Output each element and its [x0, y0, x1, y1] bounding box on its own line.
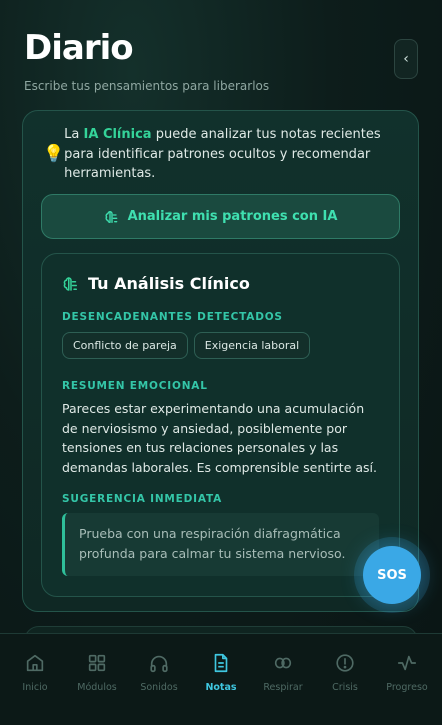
grid-icon — [88, 654, 106, 672]
nav-item-crisis[interactable]: Crisis — [315, 634, 375, 725]
activity-icon — [397, 655, 417, 671]
ai-intro: 💡 La IA Clínica puede analizar tus notas… — [43, 125, 403, 184]
nav-label: Crisis — [332, 682, 358, 693]
header: Diario — [24, 28, 134, 68]
nav-label: Progreso — [386, 682, 428, 693]
analyze-button-label: Analizar mis patrones con IA — [127, 209, 338, 224]
home-icon — [26, 654, 44, 672]
nav-item-progreso[interactable]: Progreso — [377, 634, 437, 725]
page-title: Diario — [24, 28, 134, 68]
nav-item-notas[interactable]: Notas — [191, 634, 251, 725]
clinical-analysis-card: Tu Análisis Clínico DESENCADENANTES DETE… — [41, 253, 400, 597]
trigger-chip: Exigencia laboral — [193, 332, 311, 359]
trigger-chip: Conflicto de pareja — [62, 332, 188, 359]
note-icon — [214, 653, 228, 673]
ai-clinica-highlight: IA Clínica — [83, 127, 152, 142]
page-subtitle: Escribe tus pensamientos para liberarlos — [24, 79, 270, 93]
lungs-icon — [274, 657, 292, 669]
trigger-chips: Conflicto de pareja Exigencia laboral — [62, 332, 311, 359]
lightbulb-icon: 💡 — [43, 144, 65, 164]
nav-item-modulos[interactable]: Módulos — [67, 634, 127, 725]
nav-label: Módulos — [77, 682, 117, 693]
analysis-header: Tu Análisis Clínico — [62, 274, 250, 293]
bottom-navigation: Inicio Módulos Sonidos Notas Respirar Cr… — [0, 633, 442, 725]
analysis-title: Tu Análisis Clínico — [88, 274, 250, 293]
immediate-suggestion: Prueba con una respiración diafragmática… — [62, 513, 379, 576]
ai-intro-text: La IA Clínica puede analizar tus notas r… — [64, 127, 381, 181]
back-button[interactable]: ‹ — [394, 39, 418, 79]
triggers-label: DESENCADENANTES DETECTADOS — [62, 311, 283, 323]
chevron-left-icon: ‹ — [403, 51, 409, 67]
nav-item-inicio[interactable]: Inicio — [5, 634, 65, 725]
sos-label: SOS — [377, 567, 407, 583]
alert-icon — [336, 654, 354, 672]
nav-item-sonidos[interactable]: Sonidos — [129, 634, 189, 725]
brain-icon — [63, 276, 77, 291]
suggestion-label: SUGERENCIA INMEDIATA — [62, 493, 223, 505]
nav-label: Notas — [205, 682, 237, 693]
headphones-icon — [150, 655, 168, 673]
brain-icon — [105, 210, 117, 223]
summary-label: RESUMEN EMOCIONAL — [62, 380, 208, 392]
nav-label: Inicio — [22, 682, 48, 693]
nav-item-respirar[interactable]: Respirar — [253, 634, 313, 725]
nav-label: Sonidos — [140, 682, 178, 693]
ai-panel: 💡 La IA Clínica puede analizar tus notas… — [22, 110, 419, 612]
emotional-summary: Pareces estar experimentando una acumula… — [62, 401, 377, 475]
sos-button[interactable]: SOS — [363, 546, 421, 604]
analyze-patterns-button[interactable]: Analizar mis patrones con IA — [41, 194, 400, 239]
nav-label: Respirar — [263, 682, 303, 693]
